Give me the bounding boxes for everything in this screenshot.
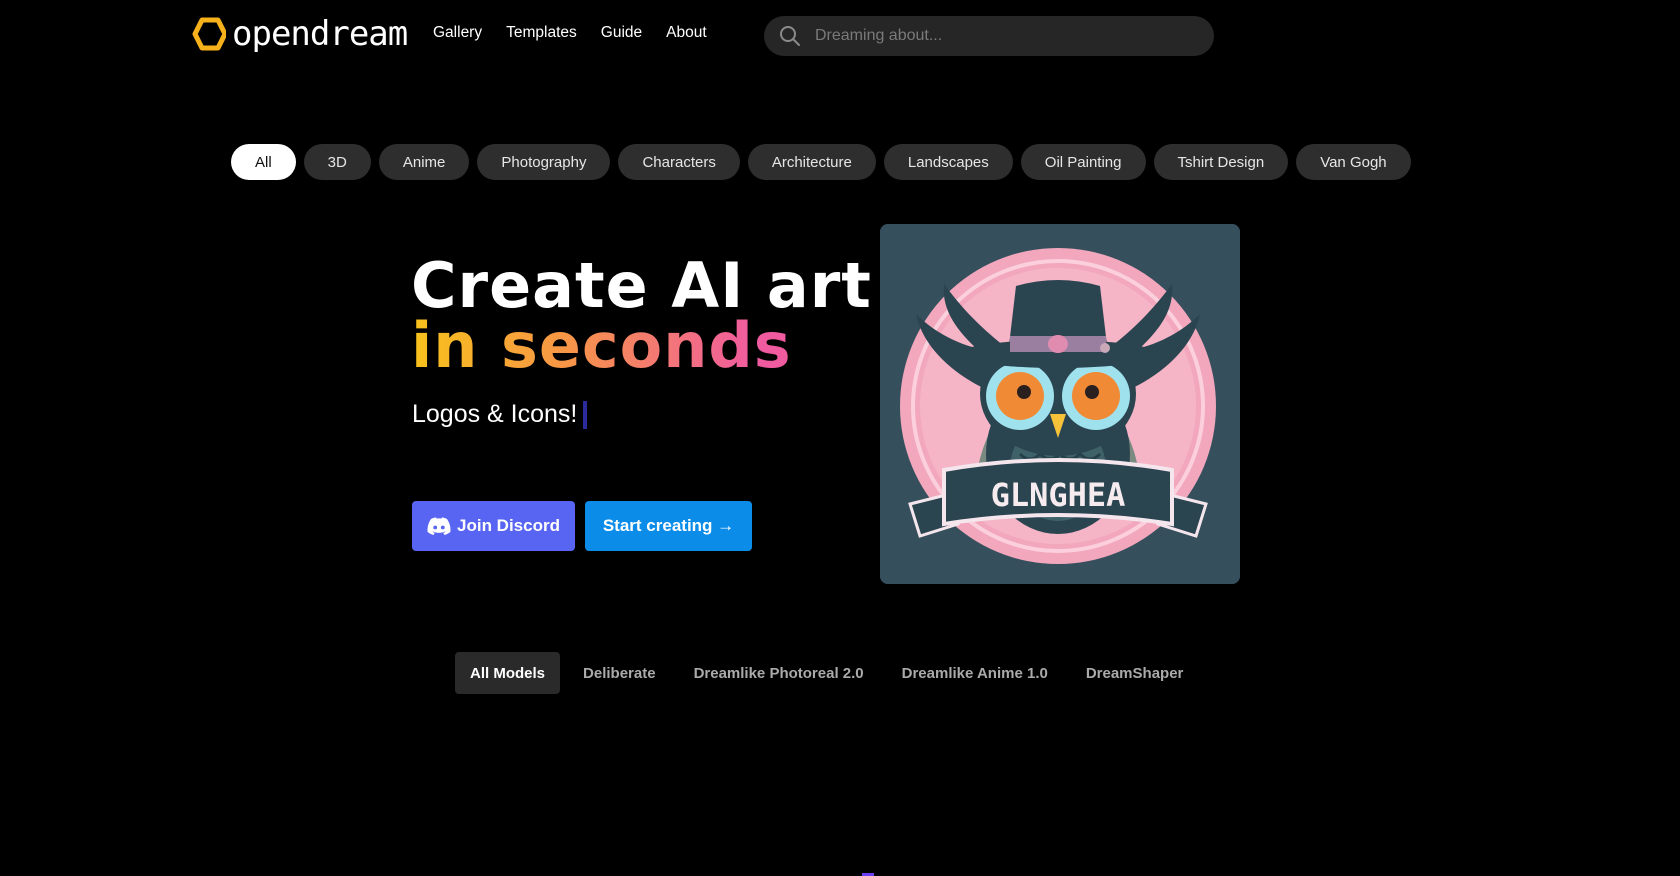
hero-title-line1: Create AI art [411,249,872,322]
hero-subtitle-text: Logos & Icons! [412,400,578,428]
category-pill-architecture[interactable]: Architecture [747,144,876,180]
top-header: opendream Gallery Templates Guide About [0,0,1680,72]
discord-icon [427,517,451,535]
model-tab-all-models[interactable]: All Models [455,652,561,694]
nav-gallery[interactable]: Gallery [433,24,482,42]
typing-caret [583,400,588,429]
join-discord-label: Join Discord [457,516,560,535]
logo-mark-icon [192,17,226,51]
owl-logo-art: GLNGHEA [880,224,1240,584]
category-pill-anime[interactable]: Anime [378,144,470,180]
category-pill-photography[interactable]: Photography [477,144,611,180]
nav-templates[interactable]: Templates [506,24,577,42]
nav-guide[interactable]: Guide [601,24,642,42]
model-tab-dreamlike-photoreal[interactable]: Dreamlike Photoreal 2.0 [679,652,879,694]
category-pill-oil-painting[interactable]: Oil Painting [1020,144,1146,180]
category-pill-landscapes[interactable]: Landscapes [883,144,1013,180]
logo[interactable]: opendream [192,14,408,54]
category-pill-van-gogh[interactable]: Van Gogh [1296,144,1411,180]
model-tab-deliberate[interactable]: Deliberate [568,652,671,694]
category-pills: All 3D Anime Photography Characters Arch… [231,144,1411,180]
category-pill-all[interactable]: All [231,144,296,180]
hero-title-line2: in seconds [411,309,792,382]
hero-subtitle: Logos & Icons! [412,400,588,429]
category-pill-3d[interactable]: 3D [303,144,371,180]
start-creating-button[interactable]: Start creating → [585,501,752,551]
category-pill-characters[interactable]: Characters [618,144,740,180]
main-nav: Gallery Templates Guide About [433,24,707,42]
search-bar [764,16,1214,56]
logo-text: opendream [232,14,408,54]
owl-banner-text: GLNGHEA [991,476,1126,514]
model-tabs: All Models Deliberate Dreamlike Photorea… [455,652,1198,694]
join-discord-button[interactable]: Join Discord [412,501,575,551]
hero-title: Create AI art in seconds [411,249,872,382]
model-tab-dreamshaper[interactable]: DreamShaper [1071,652,1199,694]
category-pill-tshirt-design[interactable]: Tshirt Design [1153,144,1289,180]
search-icon[interactable] [778,24,802,48]
nav-about[interactable]: About [666,24,707,42]
hero-owl-logo-image: GLNGHEA [880,224,1240,584]
search-input[interactable] [815,27,1185,45]
model-tab-dreamlike-anime[interactable]: Dreamlike Anime 1.0 [887,652,1063,694]
